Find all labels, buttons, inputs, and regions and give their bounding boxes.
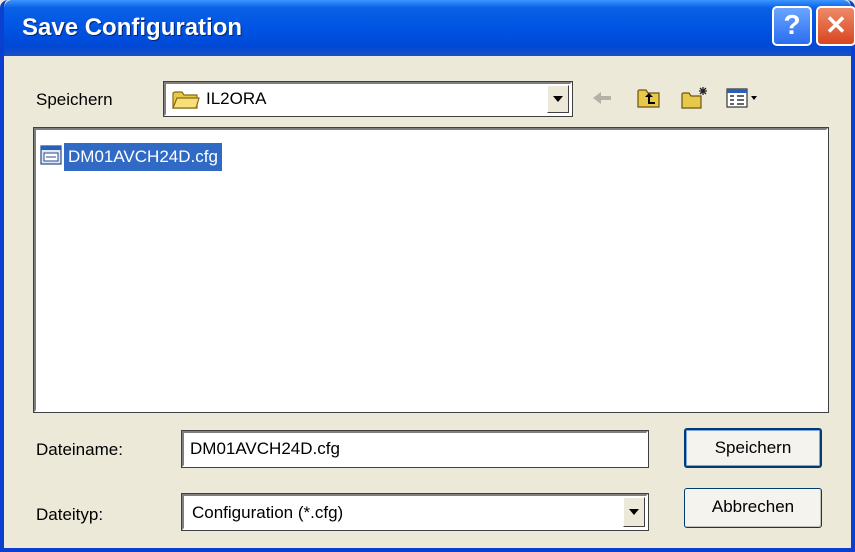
help-button[interactable]: ? bbox=[772, 6, 812, 46]
save-in-dropdown[interactable]: IL2ORA bbox=[163, 81, 573, 117]
up-folder-icon[interactable] bbox=[636, 86, 662, 110]
close-button[interactable]: ✕ bbox=[816, 6, 855, 46]
file-name: DM01AVCH24D.cfg bbox=[64, 143, 222, 171]
chevron-down-icon[interactable] bbox=[547, 85, 569, 113]
list-item[interactable]: DM01AVCH24D.cfg bbox=[40, 142, 222, 172]
filetype-label: Dateityp: bbox=[36, 505, 104, 524]
back-arrow-icon[interactable] bbox=[590, 86, 614, 110]
save-configuration-dialog: Save Configuration ? ✕ Speichern IL2ORA bbox=[0, 0, 855, 552]
cfg-file-icon bbox=[40, 144, 62, 171]
title-bar[interactable]: Save Configuration ? ✕ bbox=[4, 0, 855, 56]
chevron-down-icon[interactable] bbox=[623, 497, 645, 527]
filename-field[interactable] bbox=[181, 430, 649, 468]
save-button[interactable]: Speichern bbox=[684, 428, 822, 468]
new-folder-icon[interactable] bbox=[680, 86, 710, 110]
dialog-title: Save Configuration bbox=[22, 14, 243, 41]
filetype-value: Configuration (*.cfg) bbox=[192, 503, 344, 522]
current-folder-name: IL2ORA bbox=[206, 89, 267, 108]
save-in-label: Speichern bbox=[36, 90, 113, 109]
cancel-button[interactable]: Abbrechen bbox=[684, 488, 822, 528]
filename-label: Dateiname: bbox=[36, 440, 123, 459]
file-list[interactable]: DM01AVCH24D.cfg bbox=[33, 127, 829, 413]
folder-icon bbox=[172, 88, 200, 115]
view-menu-icon[interactable] bbox=[726, 86, 760, 110]
filetype-dropdown[interactable]: Configuration (*.cfg) bbox=[181, 493, 649, 531]
